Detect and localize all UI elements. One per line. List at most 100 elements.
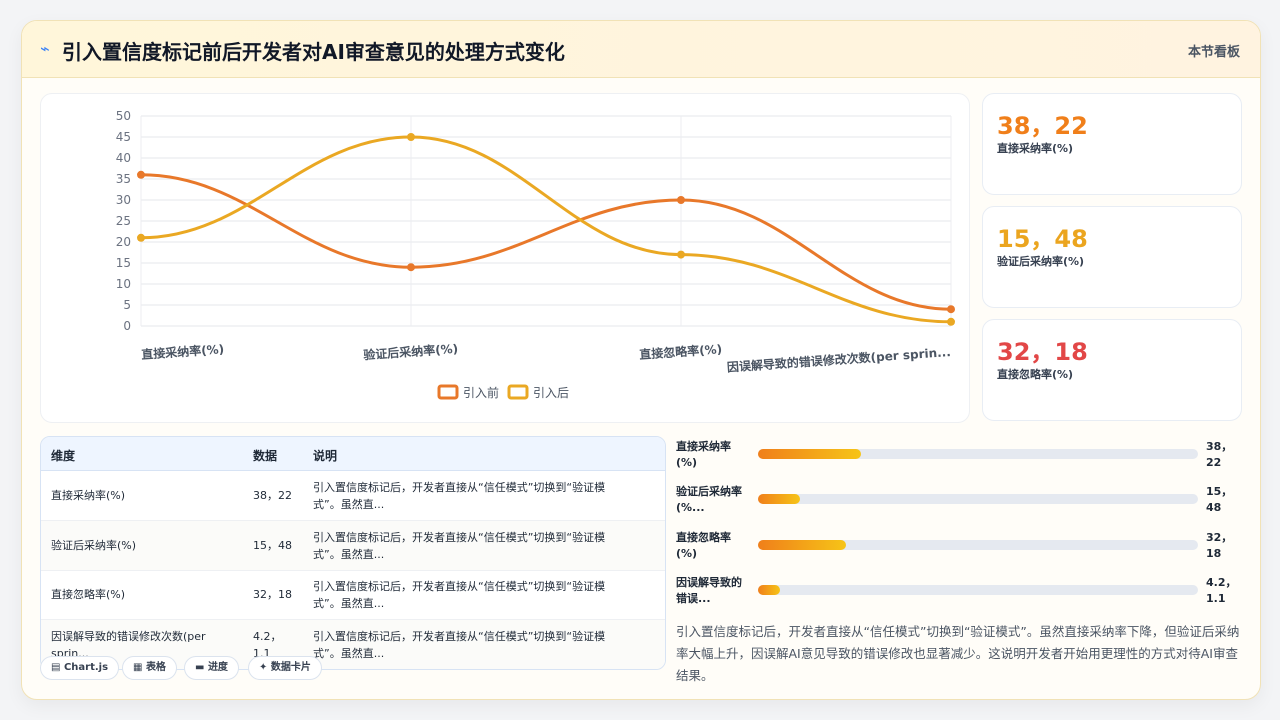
cell-data: 32，18 <box>253 588 292 601</box>
progress-value-line2: 1.1 <box>1206 592 1226 605</box>
x-tick-label: 直接采纳率(%) <box>141 341 225 362</box>
table-row: 验证后采纳率(%) 15，48 引入置信度标记后，开发者直接从“信任模式”切换到… <box>41 521 665 571</box>
cell-data-line1: 4.2， <box>253 630 282 643</box>
y-tick-label: 0 <box>123 319 131 333</box>
data-point <box>407 133 415 141</box>
legend-swatch <box>507 384 529 400</box>
stat-value: 15，48 <box>997 225 1088 253</box>
card-icon: ✦ <box>259 662 268 673</box>
tab-table[interactable]: ▦ 表格 <box>122 656 177 680</box>
table-row: 直接采纳率(%) 38，22 引入置信度标记后，开发者直接从“信任模式”切换到“… <box>41 471 665 521</box>
data-point <box>677 250 685 259</box>
line-chart: 0 5 10 15 20 25 30 35 40 45 50 直接采纳率(%) 验证后采纳率(%) 直接忽… <box>116 109 955 400</box>
progress-value: 38， 22 <box>1206 439 1246 471</box>
progress-value-line2: 18 <box>1206 547 1222 560</box>
x-tick-label: 因误解导致的错误修改次数(per sprin... <box>726 344 951 375</box>
data-point <box>677 196 685 204</box>
progress-label: 因误解导致的 错误... <box>676 575 756 607</box>
cell-description-line2: 式”。虽然直... <box>313 548 385 561</box>
column-header-dimension: 维度 <box>51 449 76 463</box>
cell-description-line1: 引入置信度标记后，开发者直接从“信任模式”切换到“验证模 <box>313 481 606 494</box>
cell-description-line2: 式”。虽然直... <box>313 498 385 511</box>
cell-description-line1: 引入置信度标记后，开发者直接从“信任模式”切换到“验证模 <box>313 531 606 544</box>
progress-label-line1: 直接采纳率 <box>676 440 731 453</box>
progress-track <box>758 494 1198 504</box>
section-board-link[interactable]: 本节看板 <box>1188 41 1240 60</box>
cell-dimension-line1: 因误解导致的错误修改次数(per <box>51 630 206 643</box>
progress-label-line2: (%... <box>676 501 705 514</box>
data-point <box>947 317 955 326</box>
tab-label: 表格 <box>145 662 166 673</box>
progress-label-line2: (%) <box>676 456 698 469</box>
progress-label-line2: 错误... <box>676 592 711 605</box>
tab-data-cards[interactable]: ✦ 数据卡片 <box>248 656 322 680</box>
progress-icon: ▬ <box>195 662 205 673</box>
y-tick-label: 50 <box>116 109 131 123</box>
y-tick-label: 5 <box>123 298 131 312</box>
legend-label: 引入前 <box>463 385 499 400</box>
cell-description-line2: 式”。虽然直... <box>313 597 385 610</box>
progress-value: 4.2， 1.1 <box>1206 575 1246 607</box>
panel-header: ⌁ 引入置信度标记前后开发者对AI审查意见的处理方式变化 本节看板 <box>22 21 1260 78</box>
stat-label: 直接忽略率(%) <box>997 368 1074 381</box>
progress-row: 直接忽略率 (%) 32， 18 <box>676 530 1246 570</box>
progress-track <box>758 449 1198 459</box>
cell-description-line1: 引入置信度标记后，开发者直接从“信任模式”切换到“验证模 <box>313 630 606 643</box>
table-header: 维度 数据 说明 <box>41 437 665 471</box>
chart-line-icon: ⌁ <box>40 39 50 58</box>
progress-value-line1: 15， <box>1206 485 1233 498</box>
y-tick-label: 45 <box>116 130 131 144</box>
tab-chartjs[interactable]: ▤ Chart.js <box>40 656 120 680</box>
tab-label: 进度 <box>207 662 228 673</box>
progress-label-line1: 验证后采纳率 <box>676 485 742 498</box>
progress-label: 验证后采纳率 (%... <box>676 484 756 516</box>
progress-label-line1: 直接忽略率 <box>676 531 731 544</box>
progress-track <box>758 540 1198 550</box>
dashboard-panel: ⌁ 引入置信度标记前后开发者对AI审查意见的处理方式变化 本节看板 0 5 10 15… <box>21 20 1261 700</box>
progress-value-line2: 48 <box>1206 501 1222 514</box>
cell-description-line1: 引入置信度标记后，开发者直接从“信任模式”切换到“验证模 <box>313 580 606 593</box>
cell-data: 38，22 <box>253 489 292 502</box>
progress-value-line1: 4.2， <box>1206 576 1237 589</box>
progress-fill <box>758 494 800 504</box>
column-header-data: 数据 <box>253 449 278 463</box>
data-table: 维度 数据 说明 直接采纳率(%) 38，22 引入置信度标记后，开发者直接从“… <box>40 436 666 670</box>
cell-dimension: 直接采纳率(%) <box>51 489 126 502</box>
progress-fill <box>758 449 862 459</box>
data-point <box>407 263 415 272</box>
progress-value-line2: 22 <box>1206 456 1222 469</box>
stat-label: 验证后采纳率(%) <box>997 255 1085 268</box>
x-tick-label: 直接忽略率(%) <box>639 341 723 362</box>
x-tick-label: 验证后采纳率(%) <box>363 341 459 363</box>
stat-value: 32，18 <box>997 338 1088 366</box>
progress-fill <box>758 585 780 595</box>
y-tick-label: 25 <box>116 214 131 228</box>
series-line <box>140 135 952 324</box>
progress-value-line1: 38， <box>1206 440 1233 453</box>
data-point <box>137 233 145 242</box>
cell-dimension: 直接忽略率(%) <box>51 588 126 601</box>
chart-icon: ▤ <box>51 662 61 673</box>
y-tick-label: 35 <box>116 172 131 186</box>
tab-progress[interactable]: ▬ 进度 <box>184 656 239 680</box>
stat-value: 38，22 <box>997 112 1088 140</box>
stat-card-direct-adopt: 38，22 直接采纳率(%) <box>982 93 1242 195</box>
progress-row: 因误解导致的 错误... 4.2， 1.1 <box>676 575 1246 615</box>
progress-track <box>758 585 1198 595</box>
cell-dimension: 验证后采纳率(%) <box>51 539 137 552</box>
progress-row: 直接采纳率 (%) 38， 22 <box>676 439 1246 479</box>
page-title: 引入置信度标记前后开发者对AI审查意见的处理方式变化 <box>62 40 565 64</box>
tab-label: Chart.js <box>63 662 109 673</box>
table-icon: ▦ <box>133 662 143 673</box>
data-point <box>137 170 145 179</box>
line-chart-card: 0 5 10 15 20 25 30 35 40 45 50 直接采纳率(%) 验证后采纳率(%) 直接忽… <box>40 93 970 423</box>
tab-label: 数据卡片 <box>270 662 311 673</box>
y-tick-label: 15 <box>116 256 131 270</box>
progress-row: 验证后采纳率 (%... 15， 48 <box>676 484 1246 524</box>
stat-card-direct-ignore: 32，18 直接忽略率(%) <box>982 319 1242 421</box>
cell-data: 15，48 <box>253 539 292 552</box>
progress-label: 直接采纳率 (%) <box>676 439 756 471</box>
y-tick-label: 30 <box>116 193 131 207</box>
legend-label: 引入后 <box>533 386 569 400</box>
progress-value-line1: 32， <box>1206 531 1233 544</box>
